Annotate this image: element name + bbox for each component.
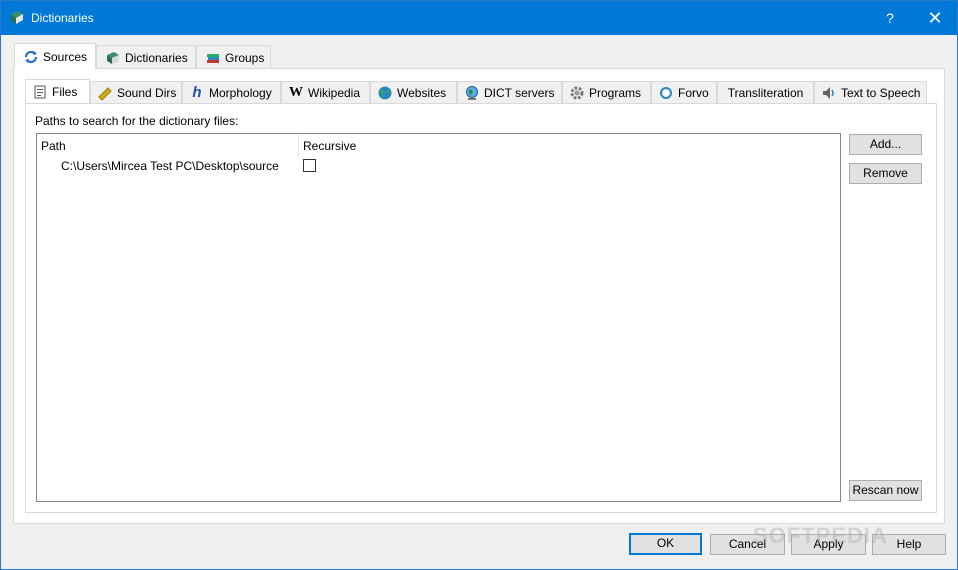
book-icon [105, 50, 121, 66]
tab-label: Forvo [678, 85, 709, 100]
paths-list[interactable]: Path Recursive C:\Users\Mircea Test PC\D… [36, 133, 841, 502]
tab-sound-dirs[interactable]: Sound Dirs [90, 81, 182, 103]
file-icon [32, 84, 48, 100]
tab-transliteration[interactable]: Transliteration [717, 81, 814, 103]
sound-dirs-icon [97, 85, 113, 101]
tab-label: DICT servers [484, 85, 555, 100]
path-cell[interactable]: C:\Users\Mircea Test PC\Desktop\source [61, 159, 279, 173]
tab-forvo[interactable]: Forvo [651, 81, 717, 103]
tab-websites[interactable]: Websites [370, 81, 457, 103]
title-bar: Dictionaries ? ✕ [1, 1, 957, 35]
add-button[interactable]: Add... [849, 134, 922, 155]
tab-label: Groups [225, 50, 265, 65]
tab-sources[interactable]: Sources [14, 43, 96, 69]
tab-label: Sound Dirs [117, 85, 177, 100]
column-header-path[interactable]: Path [41, 139, 66, 153]
help-title-button[interactable]: ? [873, 1, 907, 35]
tab-label: Files [52, 84, 78, 99]
tab-label: Websites [397, 85, 447, 100]
tab-label: Sources [43, 49, 88, 64]
tab-dict-servers[interactable]: DICT servers [457, 81, 562, 103]
morphology-h-icon: h [192, 83, 202, 101]
rescan-now-button[interactable]: Rescan now [849, 480, 922, 501]
speaker-icon [821, 85, 837, 101]
apply-button[interactable]: Apply [791, 534, 866, 555]
server-globe-icon [464, 85, 480, 101]
tab-dictionaries[interactable]: Dictionaries [96, 45, 196, 69]
dictionaries-dialog: Dictionaries ? ✕ Sources Dictionaries Gr… [0, 0, 958, 570]
tab-programs[interactable]: Programs [562, 81, 651, 103]
close-button[interactable]: ✕ [913, 1, 957, 35]
tab-morphology[interactable]: h Morphology [182, 81, 281, 103]
forvo-icon [658, 85, 674, 101]
list-header: Path Recursive [37, 134, 840, 156]
help-button[interactable]: Help [872, 534, 946, 555]
wikipedia-w-icon: W [289, 84, 303, 100]
tab-wikipedia[interactable]: W Wikipedia [281, 81, 370, 103]
tab-text-to-speech[interactable]: Text to Speech [814, 81, 927, 103]
tab-files[interactable]: Files [25, 79, 90, 103]
recursive-checkbox[interactable] [303, 159, 316, 172]
tab-label: Transliteration [727, 85, 804, 100]
globe-icon [377, 85, 393, 101]
book-icon [9, 10, 25, 26]
tab-groups[interactable]: Groups [196, 45, 271, 69]
sources-refresh-icon [23, 49, 39, 65]
ok-button[interactable]: OK [629, 533, 702, 555]
gear-icon [569, 85, 585, 101]
column-divider[interactable] [298, 134, 299, 156]
sources-panel: Files Sound Dirs h Morphology W Wikipedi… [13, 68, 945, 524]
cancel-button[interactable]: Cancel [710, 534, 785, 555]
tab-label: Dictionaries [125, 50, 188, 65]
tab-label: Programs [589, 85, 642, 100]
tab-label: Text to Speech [841, 85, 921, 100]
books-stack-icon [205, 50, 221, 66]
remove-button[interactable]: Remove [849, 163, 922, 184]
files-panel: Paths to search for the dictionary files… [25, 103, 937, 513]
tab-label: Morphology [209, 85, 272, 100]
tab-label: Wikipedia [308, 85, 361, 100]
window-title: Dictionaries [31, 11, 94, 25]
paths-label: Paths to search for the dictionary files… [35, 114, 239, 128]
column-header-recursive[interactable]: Recursive [303, 139, 356, 153]
